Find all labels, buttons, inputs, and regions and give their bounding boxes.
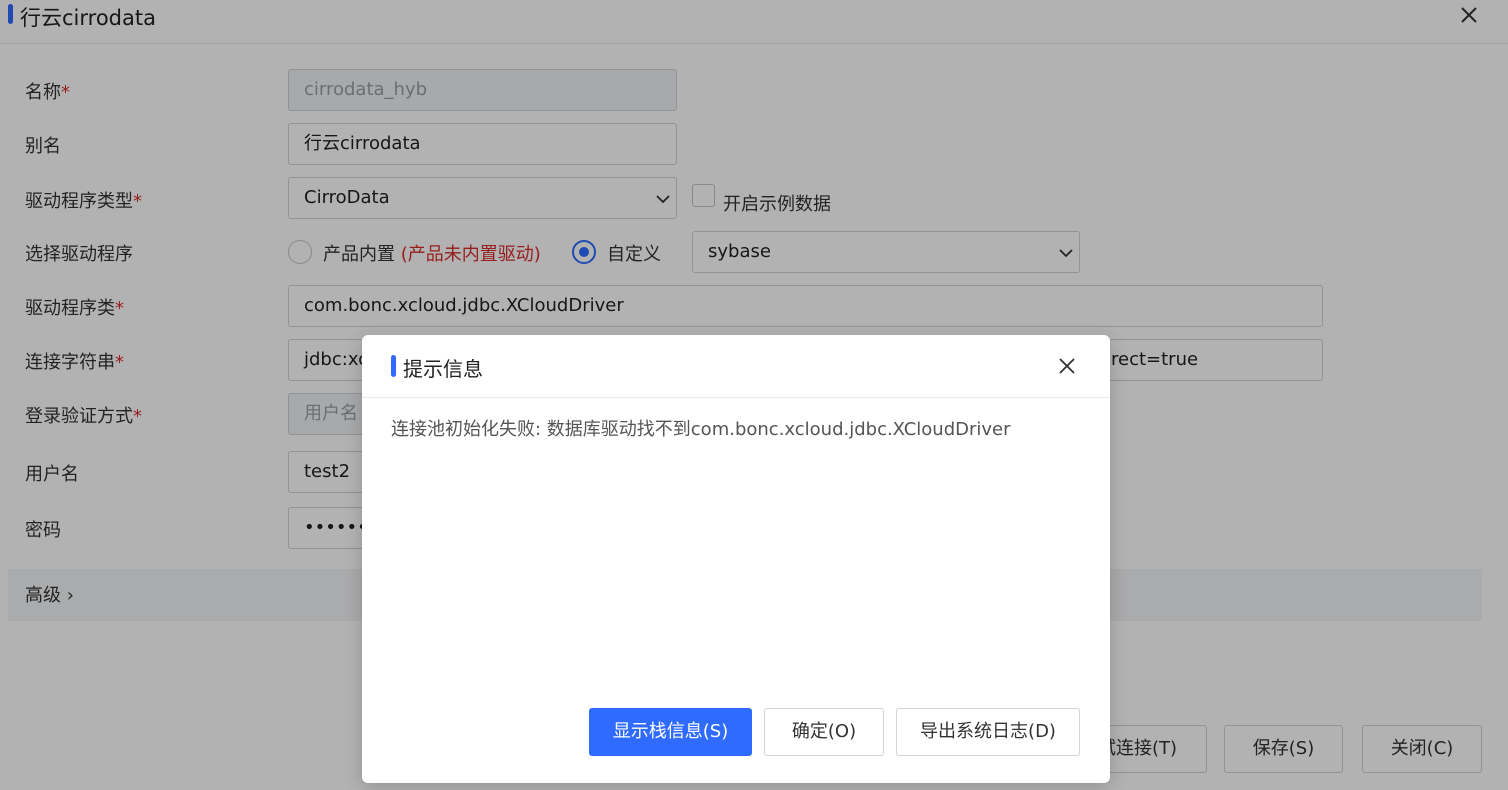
dialog-header: 提示信息 [362, 335, 1110, 398]
close-icon[interactable] [1057, 356, 1077, 376]
dialog-title-accent [391, 355, 396, 377]
export-log-button[interactable]: 导出系统日志(D) [896, 708, 1080, 756]
show-stack-button[interactable]: 显示栈信息(S) [589, 708, 752, 756]
error-message: 连接池初始化失败: 数据库驱动找不到com.bonc.xcloud.jdbc.X… [391, 419, 1011, 440]
message-dialog: 提示信息 连接池初始化失败: 数据库驱动找不到com.bonc.xcloud.j… [362, 335, 1110, 783]
ok-button[interactable]: 确定(O) [764, 708, 884, 756]
dialog-title: 提示信息 [403, 357, 483, 381]
